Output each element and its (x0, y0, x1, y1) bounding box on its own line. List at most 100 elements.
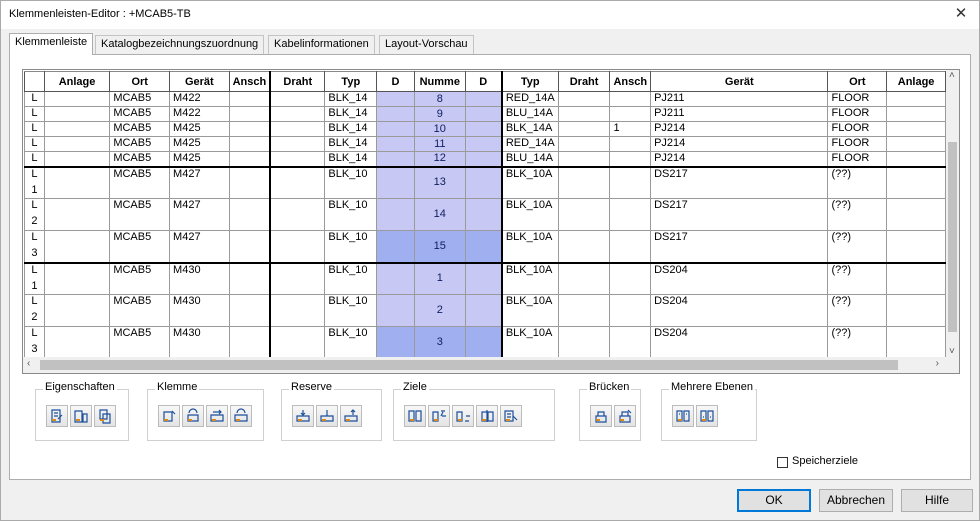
table-cell[interactable]: BLK_14 (324, 91, 378, 107)
table-cell[interactable]: BLK_14 (324, 136, 378, 152)
table-cell[interactable] (609, 326, 652, 357)
toolbar-button[interactable] (476, 405, 498, 427)
table-cell[interactable]: M425 (169, 151, 230, 168)
row-header[interactable]: L (24, 121, 45, 137)
table-cell[interactable] (557, 198, 611, 231)
table-cell[interactable] (228, 326, 271, 357)
table-cell[interactable] (269, 326, 326, 357)
table-cell[interactable]: MCAB5 (109, 91, 171, 107)
table-cell[interactable] (886, 262, 946, 295)
table-cell[interactable] (609, 166, 652, 199)
column-header[interactable]: Ansch (228, 71, 271, 92)
table-cell[interactable]: 13 (413, 166, 466, 199)
table-cell[interactable] (464, 91, 503, 107)
table-cell[interactable] (269, 121, 326, 137)
table-cell[interactable] (557, 166, 611, 199)
table-cell[interactable]: 9 (413, 106, 466, 122)
row-header[interactable]: L (24, 151, 45, 168)
tab-layout-vorschau[interactable]: Layout-Vorschau (379, 35, 474, 54)
table-cell[interactable] (557, 294, 611, 327)
row-header[interactable]: L1 (24, 166, 45, 199)
table-row[interactable]: L 2 MCAB5 M427 BLK_10 14 BLK_10A DS217 (??) (24, 198, 946, 231)
toolbar-button[interactable] (696, 405, 718, 427)
toolbar-button[interactable] (182, 405, 204, 427)
table-cell[interactable] (228, 91, 271, 107)
table-cell[interactable] (269, 198, 326, 231)
column-header[interactable]: Typ (324, 71, 378, 92)
table-cell[interactable]: BLK_10 (324, 262, 378, 295)
table-cell[interactable] (228, 151, 271, 168)
table-cell[interactable] (464, 121, 503, 137)
table-cell[interactable]: BLK_10A (500, 262, 559, 295)
column-header[interactable]: D (464, 71, 503, 92)
table-row[interactable]: L 2 MCAB5 M430 BLK_10 2 BLK_10A DS204 (??) (24, 294, 946, 327)
table-cell[interactable]: M430 (169, 262, 230, 295)
table-cell[interactable] (464, 230, 503, 264)
horizontal-scroll-thumb[interactable] (40, 360, 898, 370)
table-cell[interactable] (464, 198, 503, 231)
table-cell[interactable]: MCAB5 (109, 136, 171, 152)
table-cell[interactable] (269, 230, 326, 264)
table-cell[interactable]: (??) (827, 198, 888, 231)
table-cell[interactable]: DS204 (650, 326, 829, 357)
table-cell[interactable]: BLK_10A (500, 326, 559, 357)
table-row[interactable]: L MCAB5 M425 BLK_14 11 RED_14A PJ214 FLOOR (24, 136, 946, 152)
table-cell[interactable] (376, 230, 415, 264)
table-cell[interactable]: BLU_14A (500, 151, 559, 168)
table-cell[interactable] (609, 136, 652, 152)
table-cell[interactable] (376, 198, 415, 231)
table-cell[interactable]: FLOOR (827, 121, 888, 137)
scroll-down-icon[interactable]: ˅ (949, 346, 955, 357)
toolbar-button[interactable] (672, 405, 694, 427)
table-cell[interactable]: RED_14A (500, 91, 559, 107)
table-cell[interactable] (228, 262, 271, 295)
table-cell[interactable] (609, 151, 652, 168)
scroll-left-icon[interactable]: ‹ (27, 358, 30, 369)
table-row[interactable]: L MCAB5 M422 BLK_14 8 RED_14A PJ211 FLOOR (24, 91, 946, 107)
table-cell[interactable] (43, 198, 111, 231)
scroll-right-icon[interactable]: › (936, 358, 939, 369)
table-cell[interactable]: DS217 (650, 198, 829, 231)
table-cell[interactable] (269, 166, 326, 199)
table-cell[interactable] (228, 198, 271, 231)
table-cell[interactable] (886, 151, 946, 168)
table-cell[interactable] (464, 166, 503, 199)
help-button[interactable]: Hilfe (901, 489, 973, 512)
table-cell[interactable] (376, 166, 415, 199)
row-header[interactable]: L2 (24, 294, 45, 327)
table-cell[interactable] (557, 262, 611, 295)
table-cell[interactable] (43, 166, 111, 199)
column-header[interactable]: Typ (500, 71, 559, 92)
table-cell[interactable]: BLK_10 (324, 230, 378, 264)
table-cell[interactable]: M427 (169, 198, 230, 231)
table-cell[interactable]: 10 (413, 121, 466, 137)
table-cell[interactable]: BLU_14A (500, 106, 559, 122)
vertical-scroll-thumb[interactable] (948, 142, 957, 332)
table-cell[interactable]: PJ214 (650, 151, 829, 168)
column-header[interactable]: Anlage (43, 71, 111, 92)
column-header[interactable]: Numme (413, 71, 466, 92)
table-cell[interactable] (464, 151, 503, 168)
toolbar-button[interactable] (316, 405, 338, 427)
table-cell[interactable]: BLK_14A (500, 121, 559, 137)
table-cell[interactable] (886, 121, 946, 137)
table-cell[interactable] (376, 91, 415, 107)
table-cell[interactable]: MCAB5 (109, 262, 171, 295)
table-cell[interactable] (269, 294, 326, 327)
table-cell[interactable] (609, 294, 652, 327)
row-header[interactable]: L (24, 106, 45, 122)
row-header[interactable]: L3 (24, 326, 45, 357)
table-cell[interactable]: M430 (169, 294, 230, 327)
table-cell[interactable]: 1 (413, 262, 466, 295)
close-icon[interactable]: ✕ (951, 4, 971, 24)
column-header[interactable]: D (376, 71, 415, 92)
toolbar-button[interactable] (230, 405, 252, 427)
table-cell[interactable]: 3 (413, 326, 466, 357)
toolbar-button[interactable] (428, 405, 450, 427)
table-cell[interactable] (609, 91, 652, 107)
row-header[interactable]: L2 (24, 198, 45, 231)
table-cell[interactable]: PJ214 (650, 121, 829, 137)
table-cell[interactable]: DS217 (650, 230, 829, 264)
table-cell[interactable]: M425 (169, 136, 230, 152)
table-cell[interactable] (228, 230, 271, 264)
